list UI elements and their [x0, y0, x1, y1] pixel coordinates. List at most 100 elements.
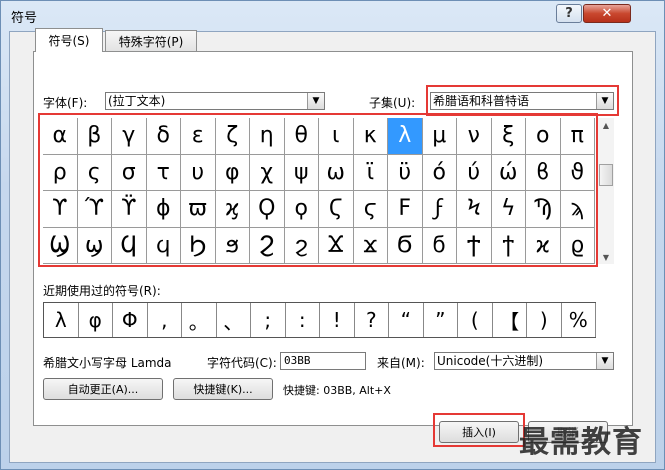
- symbol-cell[interactable]: Ϝ: [388, 191, 423, 228]
- symbol-cell[interactable]: ϊ: [353, 154, 388, 191]
- symbol-cell[interactable]: Ϧ: [181, 227, 216, 264]
- recent-symbol-cell[interactable]: ”: [424, 303, 458, 337]
- symbol-cell[interactable]: ρ: [43, 154, 78, 191]
- symbol-cell[interactable]: ϡ: [560, 191, 595, 228]
- symbol-cell[interactable]: β: [77, 118, 112, 155]
- symbol-cell[interactable]: ϩ: [284, 227, 319, 264]
- symbol-cell[interactable]: Ϛ: [319, 191, 354, 228]
- close-button[interactable]: ✕: [583, 4, 631, 23]
- symbol-cell[interactable]: ϥ: [146, 227, 181, 264]
- chevron-down-icon[interactable]: ▼: [307, 93, 324, 109]
- font-select[interactable]: (拉丁文本) ▼: [105, 92, 325, 110]
- symbol-cell[interactable]: Ϩ: [250, 227, 285, 264]
- recent-symbol-cell[interactable]: !: [320, 303, 355, 337]
- symbol-cell[interactable]: ζ: [215, 118, 250, 155]
- symbol-cell[interactable]: ϐ: [526, 154, 561, 191]
- symbol-cell[interactable]: ϗ: [215, 191, 250, 228]
- tab-special-characters[interactable]: 特殊字符(P): [105, 30, 197, 52]
- symbol-cell[interactable]: ξ: [491, 118, 526, 155]
- symbol-cell[interactable]: ο: [526, 118, 561, 155]
- recent-symbol-cell[interactable]: λ: [44, 303, 79, 337]
- symbol-cell[interactable]: μ: [422, 118, 457, 155]
- recent-symbol-cell[interactable]: “: [389, 303, 424, 337]
- symbol-cell[interactable]: τ: [146, 154, 181, 191]
- recent-symbol-cell[interactable]: φ: [79, 303, 113, 337]
- scroll-down-icon[interactable]: ▼: [598, 250, 614, 264]
- symbol-cell[interactable]: ϧ: [215, 227, 250, 264]
- symbol-cell[interactable]: ϰ: [526, 227, 561, 264]
- symbol-cell[interactable]: Ϭ: [388, 227, 423, 264]
- symbol-cell[interactable]: ό: [422, 154, 457, 191]
- chevron-down-icon[interactable]: ▼: [596, 93, 613, 109]
- help-button[interactable]: ?: [556, 4, 582, 23]
- symbol-cell[interactable]: ϕ: [146, 191, 181, 228]
- recent-symbol-cell[interactable]: ,: [148, 303, 182, 337]
- subset-select[interactable]: 希腊语和科普特语 ▼: [430, 92, 614, 110]
- recent-symbol-cell[interactable]: ?: [355, 303, 389, 337]
- symbol-cell[interactable]: ς: [77, 154, 112, 191]
- symbol-cell[interactable]: Ϟ: [457, 191, 492, 228]
- symbol-cell[interactable]: γ: [112, 118, 147, 155]
- symbol-cell[interactable]: ϑ: [560, 154, 595, 191]
- symbol-cell[interactable]: δ: [146, 118, 181, 155]
- recent-symbol-cell[interactable]: :: [286, 303, 320, 337]
- symbol-cell[interactable]: ϖ: [181, 191, 216, 228]
- recent-symbol-cell[interactable]: %: [562, 303, 596, 337]
- symbol-cell[interactable]: ω: [319, 154, 354, 191]
- recent-symbol-cell[interactable]: 【: [493, 303, 527, 337]
- symbol-cell[interactable]: ι: [319, 118, 354, 155]
- scroll-up-icon[interactable]: ▲: [598, 118, 614, 132]
- symbol-cell[interactable]: ϝ: [422, 191, 457, 228]
- symbol-cell[interactable]: φ: [215, 154, 250, 191]
- scrollbar-thumb[interactable]: [599, 164, 613, 186]
- symbol-cell[interactable]: Ϫ: [319, 227, 354, 264]
- symbol-cell[interactable]: π: [560, 118, 595, 155]
- symbol-cell[interactable]: Ϯ: [457, 227, 492, 264]
- symbol-cell[interactable]: θ: [284, 118, 319, 155]
- recent-symbol-cell[interactable]: Φ: [113, 303, 148, 337]
- symbol-cell[interactable]: ϋ: [388, 154, 423, 191]
- recent-symbol-cell[interactable]: ): [527, 303, 562, 337]
- symbol-cell[interactable]: ϙ: [284, 191, 319, 228]
- symbol-cell[interactable]: ϫ: [353, 227, 388, 264]
- chevron-down-icon[interactable]: ▼: [596, 353, 613, 369]
- symbol-cell[interactable]: ψ: [284, 154, 319, 191]
- symbol-cell[interactable]: Ϣ: [43, 227, 78, 264]
- symbol-cell[interactable]: ώ: [491, 154, 526, 191]
- symbol-cell[interactable]: Ϥ: [112, 227, 147, 264]
- symbol-cell[interactable]: ύ: [457, 154, 492, 191]
- symbol-cell[interactable]: σ: [112, 154, 147, 191]
- symbol-cell[interactable]: ν: [457, 118, 492, 155]
- symbol-cell[interactable]: κ: [353, 118, 388, 155]
- symbol-cell[interactable]: υ: [181, 154, 216, 191]
- symbol-cell[interactable]: ϯ: [491, 227, 526, 264]
- symbol-cell[interactable]: ϭ: [422, 227, 457, 264]
- from-select[interactable]: Unicode(十六进制) ▼: [434, 352, 614, 370]
- shortcut-key-button[interactable]: 快捷键(K)...: [173, 378, 273, 400]
- symbol-cell[interactable]: ε: [181, 118, 216, 155]
- recent-symbol-cell[interactable]: 、: [217, 303, 251, 337]
- symbol-dialog: 符号 ? ✕ 符号(S) 特殊字符(P) 字体(F): (拉丁文本) ▼ 子集(…: [0, 0, 665, 470]
- recent-symbol-cell[interactable]: ;: [251, 303, 286, 337]
- symbol-cell[interactable]: ϟ: [491, 191, 526, 228]
- symbol-cell[interactable]: ϔ: [112, 191, 147, 228]
- insert-button[interactable]: 插入(I): [439, 421, 519, 443]
- symbol-cell[interactable]: Ϙ: [250, 191, 285, 228]
- symbol-cell[interactable]: ϓ: [77, 191, 112, 228]
- symbol-grid-scrollbar[interactable]: ▲ ▼: [597, 118, 614, 264]
- symbol-cell[interactable]: α: [43, 118, 78, 155]
- autocorrect-button[interactable]: 自动更正(A)...: [43, 378, 163, 400]
- character-description: 希腊文小写字母 Lamda: [43, 356, 172, 370]
- recent-symbol-cell[interactable]: 。: [182, 303, 217, 337]
- tab-symbols[interactable]: 符号(S): [35, 28, 103, 52]
- symbol-cell[interactable]: λ: [388, 118, 423, 155]
- symbol-cell[interactable]: χ: [250, 154, 285, 191]
- charcode-input[interactable]: 03BB: [280, 352, 366, 370]
- symbol-cell[interactable]: ϣ: [77, 227, 112, 264]
- symbol-cell[interactable]: ϱ: [560, 227, 595, 264]
- symbol-cell[interactable]: ϛ: [353, 191, 388, 228]
- symbol-cell[interactable]: η: [250, 118, 285, 155]
- recent-symbol-cell[interactable]: (: [458, 303, 493, 337]
- symbol-cell[interactable]: ϒ: [43, 191, 78, 228]
- symbol-cell[interactable]: Ϡ: [526, 191, 561, 228]
